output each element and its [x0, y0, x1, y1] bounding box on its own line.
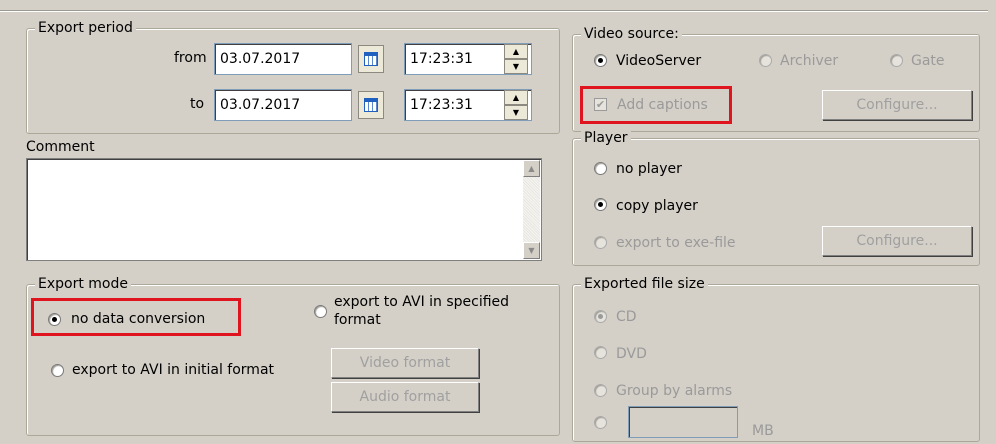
- audio-format-button[interactable]: Audio format: [331, 382, 479, 412]
- spinner-down-icon[interactable]: ▼: [504, 59, 528, 74]
- comment-scrollbar[interactable]: ▲ ▼: [523, 160, 540, 259]
- export-exe-radio[interactable]: [594, 236, 607, 249]
- copy-player-label[interactable]: copy player: [616, 197, 698, 215]
- calendar-icon: [364, 98, 378, 112]
- group-by-alarms-label[interactable]: Group by alarms: [616, 382, 732, 400]
- archiver-radio[interactable]: [759, 54, 772, 67]
- dvd-radio[interactable]: [594, 346, 607, 359]
- add-captions-highlight: [580, 86, 732, 124]
- spinner-up-icon[interactable]: ▲: [504, 44, 528, 59]
- to-date-field[interactable]: 03.07.2017: [214, 89, 352, 121]
- video-source-legend: Video source:: [581, 25, 682, 43]
- radio-selected-dot: [598, 314, 603, 319]
- spinner-down-icon[interactable]: ▼: [504, 105, 528, 120]
- scroll-up-icon[interactable]: ▲: [523, 160, 540, 177]
- no-conversion-highlight: [31, 298, 241, 336]
- from-time-spinner[interactable]: ▲ ▼: [504, 44, 528, 74]
- export-exe-label[interactable]: export to exe-file: [616, 234, 736, 252]
- top-divider-highlight: [0, 11, 988, 12]
- cd-label[interactable]: CD: [616, 308, 637, 326]
- dvd-label[interactable]: DVD: [616, 345, 647, 363]
- no-player-label[interactable]: no player: [616, 160, 682, 178]
- custom-size-radio[interactable]: [594, 416, 607, 429]
- gate-radio[interactable]: [890, 54, 903, 67]
- calendar-icon: [364, 52, 378, 66]
- copy-player-radio[interactable]: [594, 198, 607, 211]
- from-date-field[interactable]: 03.07.2017: [214, 43, 352, 75]
- custom-size-field[interactable]: [628, 406, 738, 438]
- cd-radio[interactable]: [594, 310, 607, 323]
- video-source-configure-button[interactable]: Configure...: [822, 90, 972, 120]
- gate-label[interactable]: Gate: [911, 52, 945, 70]
- to-label: to: [190, 96, 205, 112]
- export-mode-legend: Export mode: [35, 275, 131, 293]
- no-player-radio[interactable]: [594, 162, 607, 175]
- to-date-calendar-button[interactable]: [358, 91, 384, 119]
- avi-specified-label[interactable]: export to AVI in specified format: [334, 293, 534, 329]
- player-legend: Player: [581, 129, 631, 147]
- archiver-label[interactable]: Archiver: [780, 52, 838, 70]
- avi-initial-label[interactable]: export to AVI in initial format: [72, 361, 274, 379]
- player-configure-button[interactable]: Configure...: [822, 226, 972, 256]
- avi-initial-radio[interactable]: [51, 364, 64, 377]
- videoserver-label[interactable]: VideoServer: [616, 52, 701, 70]
- from-date-calendar-button[interactable]: [358, 45, 384, 73]
- from-label: from: [174, 50, 207, 66]
- export-period-legend: Export period: [35, 19, 136, 37]
- comment-textarea[interactable]: ▲ ▼: [26, 158, 542, 261]
- radio-selected-dot: [598, 58, 603, 63]
- mb-unit-label: MB: [752, 423, 774, 439]
- group-by-alarms-radio[interactable]: [594, 384, 607, 397]
- to-time-spinner[interactable]: ▲ ▼: [504, 90, 528, 120]
- spinner-up-icon[interactable]: ▲: [504, 90, 528, 105]
- avi-specified-radio[interactable]: [314, 305, 327, 318]
- videoserver-radio[interactable]: [594, 54, 607, 67]
- file-size-legend: Exported file size: [581, 275, 708, 293]
- radio-selected-dot: [598, 202, 603, 207]
- scroll-down-icon[interactable]: ▼: [523, 242, 540, 259]
- video-format-button[interactable]: Video format: [331, 348, 479, 378]
- comment-label: Comment: [26, 139, 95, 155]
